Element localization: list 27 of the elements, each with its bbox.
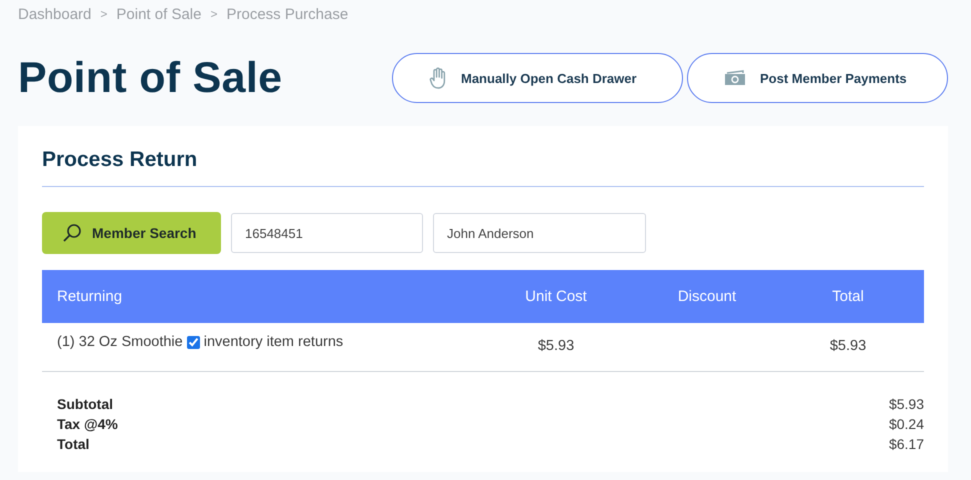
hand-icon: [429, 67, 447, 89]
member-name-field[interactable]: John Anderson: [433, 213, 646, 253]
section-title: Process Return: [42, 148, 924, 187]
page-title: Point of Sale: [18, 54, 284, 102]
column-header: Unit Cost: [524, 288, 588, 305]
breadcrumb-separator: >: [210, 7, 218, 21]
money-icon: [724, 70, 746, 86]
return-checkbox[interactable]: [186, 336, 200, 348]
column-header: Returning: [56, 288, 124, 305]
total-value: $5.93: [888, 396, 924, 412]
open-drawer-button[interactable]: Manually Open Cash Drawer: [392, 53, 683, 103]
column-header: Discount: [676, 288, 738, 305]
member-search-button[interactable]: Member Search: [42, 212, 221, 254]
total-value: $0.24: [888, 416, 924, 432]
item-name: (1) 32 Oz Smoothie: [57, 334, 183, 350]
total-label: Subtotal: [56, 396, 114, 412]
search-icon: [62, 223, 82, 243]
total-label: Tax @4%: [56, 416, 119, 432]
checkbox-label: inventory item returns: [204, 334, 344, 350]
breadcrumb-separator: >: [100, 7, 108, 21]
column-header: Total: [831, 288, 865, 305]
unit-cost: $5.93: [536, 337, 576, 354]
line-total: $5.93: [828, 337, 868, 354]
total-value: $6.17: [888, 436, 924, 452]
total-label: Total: [56, 436, 90, 452]
member-id-field[interactable]: 16548451: [231, 213, 423, 253]
post-payments-button[interactable]: Post Member Payments: [687, 53, 948, 103]
